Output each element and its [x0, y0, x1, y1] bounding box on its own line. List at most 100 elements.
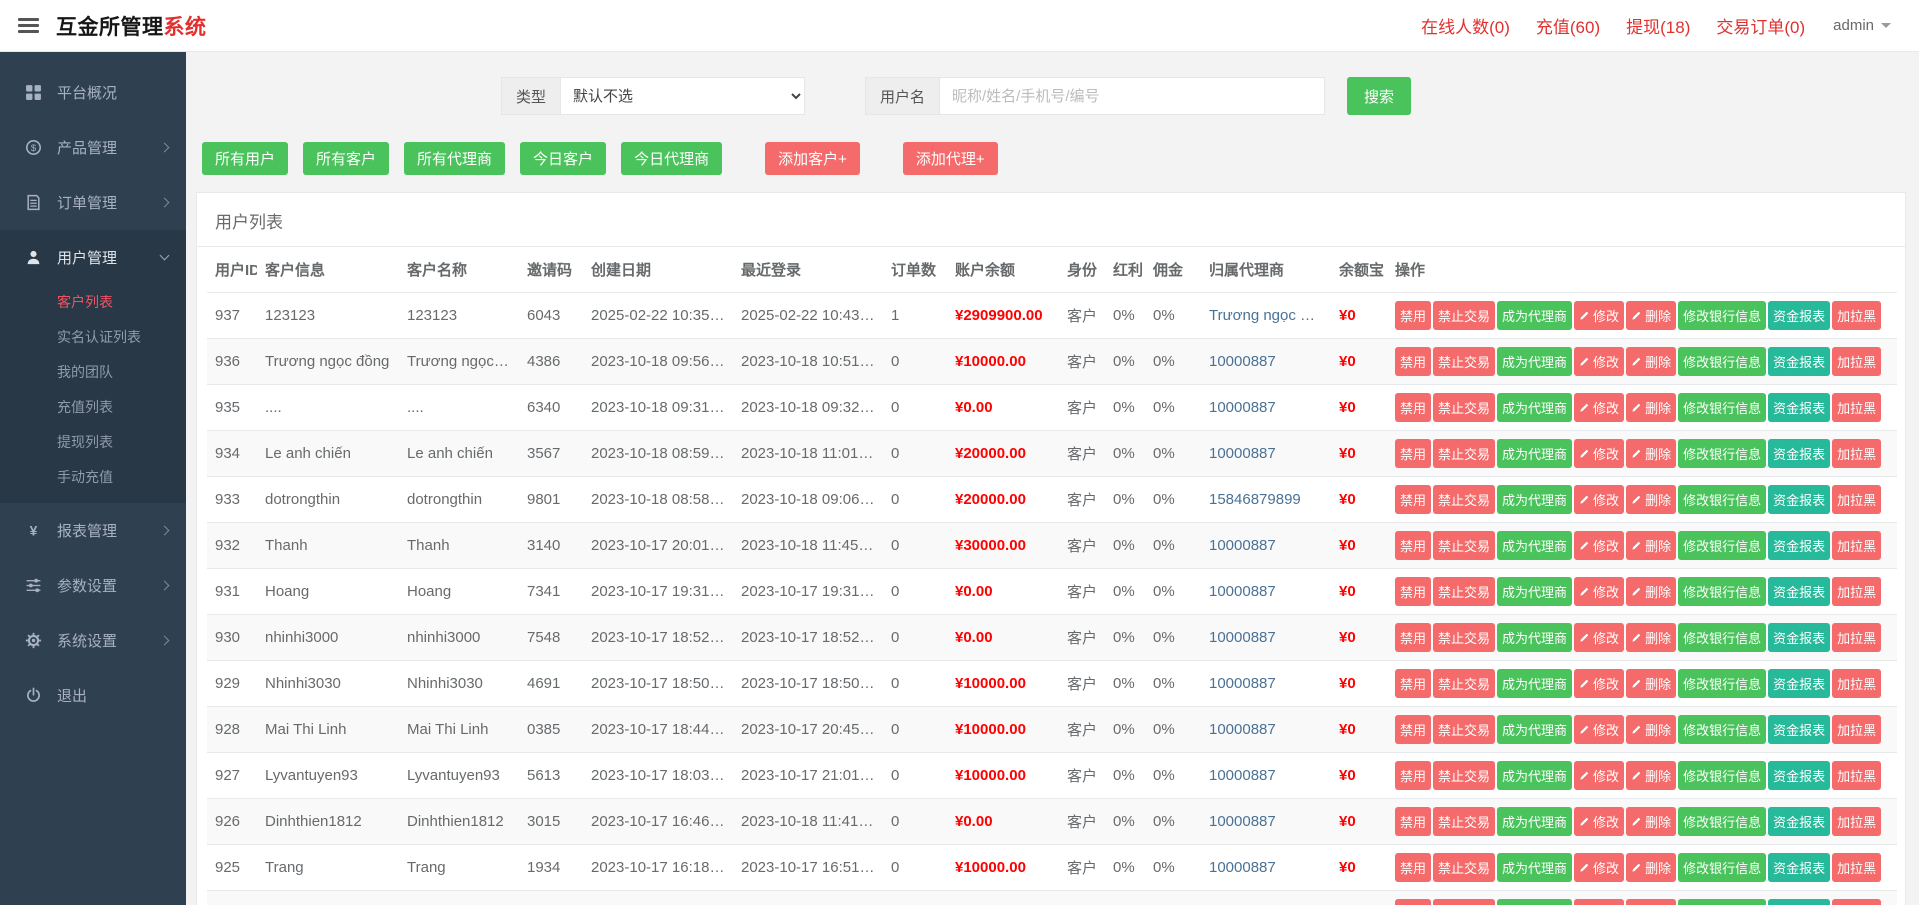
action-delete-button[interactable]: 删除: [1626, 807, 1677, 836]
action-disable-button[interactable]: 禁用: [1395, 623, 1432, 652]
action-disable-button[interactable]: 禁用: [1395, 715, 1432, 744]
action-fund-report-button[interactable]: 资金报表: [1768, 899, 1831, 905]
action-make-agent-button[interactable]: 成为代理商: [1497, 623, 1573, 652]
action-edit-button[interactable]: 修改: [1574, 899, 1625, 905]
topbar-stat-link[interactable]: 提现(18): [1626, 13, 1690, 38]
action-edit-bank-button[interactable]: 修改银行信息: [1678, 485, 1767, 514]
add-agent-button[interactable]: 添加代理+: [902, 142, 998, 175]
action-edit-button[interactable]: 修改: [1574, 301, 1625, 330]
cell-agent[interactable]: 10000887: [1201, 338, 1331, 385]
sidebar-item-orders[interactable]: 订单管理: [0, 175, 186, 230]
action-blacklist-button[interactable]: 加拉黑: [1832, 439, 1882, 468]
action-blacklist-button[interactable]: 加拉黑: [1832, 761, 1882, 790]
action-edit-button[interactable]: 修改: [1574, 577, 1625, 606]
all-customers-button[interactable]: 所有客户: [303, 142, 390, 175]
action-ban-trade-button[interactable]: 禁止交易: [1433, 761, 1496, 790]
action-delete-button[interactable]: 删除: [1626, 715, 1677, 744]
action-blacklist-button[interactable]: 加拉黑: [1832, 807, 1882, 836]
all-users-button[interactable]: 所有用户: [202, 142, 289, 175]
action-disable-button[interactable]: 禁用: [1395, 531, 1432, 560]
action-make-agent-button[interactable]: 成为代理商: [1497, 807, 1573, 836]
action-delete-button[interactable]: 删除: [1626, 301, 1677, 330]
action-delete-button[interactable]: 删除: [1626, 577, 1677, 606]
sidebar-item-logout[interactable]: 退出: [0, 668, 186, 723]
action-delete-button[interactable]: 删除: [1626, 485, 1677, 514]
action-fund-report-button[interactable]: 资金报表: [1768, 531, 1831, 560]
action-make-agent-button[interactable]: 成为代理商: [1497, 899, 1573, 905]
action-fund-report-button[interactable]: 资金报表: [1768, 715, 1831, 744]
action-make-agent-button[interactable]: 成为代理商: [1497, 761, 1573, 790]
action-edit-bank-button[interactable]: 修改银行信息: [1678, 853, 1767, 882]
sidebar-subitem-withdraw-list[interactable]: 提现列表: [0, 425, 186, 460]
action-edit-bank-button[interactable]: 修改银行信息: [1678, 439, 1767, 468]
action-ban-trade-button[interactable]: 禁止交易: [1433, 669, 1496, 698]
action-make-agent-button[interactable]: 成为代理商: [1497, 669, 1573, 698]
action-disable-button[interactable]: 禁用: [1395, 301, 1432, 330]
cell-agent[interactable]: Trương ngọc đồng: [1201, 292, 1331, 339]
cell-agent[interactable]: 10000887: [1201, 890, 1331, 905]
action-delete-button[interactable]: 删除: [1626, 899, 1677, 905]
sidebar-subitem-recharge-list[interactable]: 充值列表: [0, 390, 186, 425]
cell-agent[interactable]: 10000887: [1201, 568, 1331, 615]
action-ban-trade-button[interactable]: 禁止交易: [1433, 347, 1496, 376]
action-edit-bank-button[interactable]: 修改银行信息: [1678, 577, 1767, 606]
action-edit-button[interactable]: 修改: [1574, 439, 1625, 468]
action-edit-bank-button[interactable]: 修改银行信息: [1678, 301, 1767, 330]
action-ban-trade-button[interactable]: 禁止交易: [1433, 577, 1496, 606]
action-disable-button[interactable]: 禁用: [1395, 669, 1432, 698]
action-edit-button[interactable]: 修改: [1574, 715, 1625, 744]
action-edit-bank-button[interactable]: 修改银行信息: [1678, 761, 1767, 790]
action-delete-button[interactable]: 删除: [1626, 623, 1677, 652]
action-edit-button[interactable]: 修改: [1574, 761, 1625, 790]
action-blacklist-button[interactable]: 加拉黑: [1832, 669, 1882, 698]
action-edit-button[interactable]: 修改: [1574, 669, 1625, 698]
action-blacklist-button[interactable]: 加拉黑: [1832, 899, 1882, 905]
action-ban-trade-button[interactable]: 禁止交易: [1433, 623, 1496, 652]
action-disable-button[interactable]: 禁用: [1395, 577, 1432, 606]
sidebar-item-overview[interactable]: 平台概况: [0, 65, 186, 120]
action-edit-button[interactable]: 修改: [1574, 393, 1625, 422]
cell-agent[interactable]: 15846879899: [1201, 476, 1331, 523]
action-fund-report-button[interactable]: 资金报表: [1768, 301, 1831, 330]
action-ban-trade-button[interactable]: 禁止交易: [1433, 807, 1496, 836]
cell-agent[interactable]: 10000887: [1201, 522, 1331, 569]
action-edit-bank-button[interactable]: 修改银行信息: [1678, 623, 1767, 652]
action-ban-trade-button[interactable]: 禁止交易: [1433, 301, 1496, 330]
action-make-agent-button[interactable]: 成为代理商: [1497, 393, 1573, 422]
action-edit-bank-button[interactable]: 修改银行信息: [1678, 807, 1767, 836]
sidebar-subitem-realname-list[interactable]: 实名认证列表: [0, 320, 186, 355]
user-menu[interactable]: admin: [1833, 17, 1891, 34]
cell-agent[interactable]: 10000887: [1201, 614, 1331, 661]
action-edit-bank-button[interactable]: 修改银行信息: [1678, 669, 1767, 698]
action-fund-report-button[interactable]: 资金报表: [1768, 853, 1831, 882]
action-blacklist-button[interactable]: 加拉黑: [1832, 715, 1882, 744]
type-select[interactable]: 默认不选: [559, 77, 805, 115]
action-fund-report-button[interactable]: 资金报表: [1768, 669, 1831, 698]
action-fund-report-button[interactable]: 资金报表: [1768, 577, 1831, 606]
menu-toggle-icon[interactable]: [18, 18, 39, 33]
action-blacklist-button[interactable]: 加拉黑: [1832, 347, 1882, 376]
cell-agent[interactable]: 10000887: [1201, 798, 1331, 845]
add-customer-button[interactable]: 添加客户+: [765, 142, 860, 175]
action-edit-bank-button[interactable]: 修改银行信息: [1678, 347, 1767, 376]
action-edit-button[interactable]: 修改: [1574, 347, 1625, 376]
action-ban-trade-button[interactable]: 禁止交易: [1433, 439, 1496, 468]
action-make-agent-button[interactable]: 成为代理商: [1497, 485, 1573, 514]
action-fund-report-button[interactable]: 资金报表: [1768, 623, 1831, 652]
cell-agent[interactable]: 10000887: [1201, 752, 1331, 799]
action-blacklist-button[interactable]: 加拉黑: [1832, 485, 1882, 514]
action-delete-button[interactable]: 删除: [1626, 853, 1677, 882]
action-make-agent-button[interactable]: 成为代理商: [1497, 301, 1573, 330]
today-agents-button[interactable]: 今日代理商: [621, 142, 723, 175]
action-blacklist-button[interactable]: 加拉黑: [1832, 853, 1882, 882]
action-disable-button[interactable]: 禁用: [1395, 899, 1432, 905]
action-fund-report-button[interactable]: 资金报表: [1768, 347, 1831, 376]
action-fund-report-button[interactable]: 资金报表: [1768, 807, 1831, 836]
action-ban-trade-button[interactable]: 禁止交易: [1433, 899, 1496, 905]
cell-agent[interactable]: 10000887: [1201, 384, 1331, 431]
action-ban-trade-button[interactable]: 禁止交易: [1433, 853, 1496, 882]
action-edit-bank-button[interactable]: 修改银行信息: [1678, 531, 1767, 560]
cell-agent[interactable]: 10000887: [1201, 706, 1331, 753]
sidebar-subitem-my-team[interactable]: 我的团队: [0, 355, 186, 390]
action-edit-bank-button[interactable]: 修改银行信息: [1678, 715, 1767, 744]
